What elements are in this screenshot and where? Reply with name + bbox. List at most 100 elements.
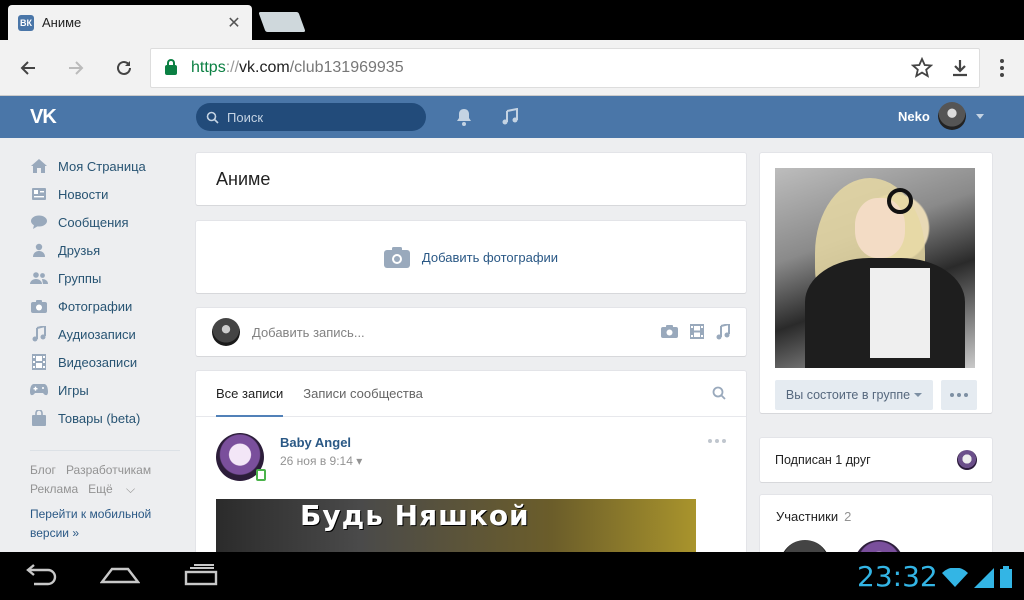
page-content: Моя Страница Новости Сообщения Друзья Гр… [0, 138, 1024, 552]
download-icon[interactable] [949, 57, 971, 79]
close-tab-icon[interactable]: ✕ [226, 13, 242, 32]
group-cover-card: Вы состоите в группе [760, 153, 992, 413]
mobile-icon [256, 469, 266, 481]
music-note-icon[interactable] [499, 106, 521, 128]
sidebar-item-audio[interactable]: Аудиозаписи [30, 320, 180, 348]
wall: Все записи Записи сообщества Baby Angel … [196, 371, 746, 552]
footer-link-ads[interactable]: Реклама [30, 482, 78, 496]
sidebar-item-photos[interactable]: Фотографии [30, 292, 180, 320]
clock: 23:32 [857, 560, 938, 593]
attach-photo-icon[interactable] [661, 324, 678, 338]
avatar[interactable] [216, 433, 266, 481]
lock-icon [165, 59, 177, 75]
side-navigation: Моя Страница Новости Сообщения Друзья Гр… [30, 152, 180, 543]
members-block: Участники 2 [760, 495, 992, 552]
messages-icon [30, 213, 48, 231]
browser-menu-icon[interactable] [990, 56, 1014, 80]
tab-all-posts[interactable]: Все записи [216, 371, 284, 417]
notifications-bell-icon[interactable] [453, 106, 475, 128]
bag-icon [30, 409, 48, 427]
film-icon [30, 353, 48, 371]
search-input[interactable] [227, 109, 417, 125]
group-cover-image[interactable] [775, 168, 975, 368]
sidebar-item-market[interactable]: Товары (beta) [30, 404, 180, 432]
camera-icon [383, 247, 410, 268]
reload-icon [117, 60, 131, 75]
mobile-version-link[interactable]: Перейти к мобильной версии » [30, 505, 180, 543]
avatar [212, 318, 240, 346]
search-icon [206, 111, 219, 124]
post-more-icon[interactable] [708, 439, 726, 443]
attach-audio-icon[interactable] [716, 324, 730, 340]
signal-icon [974, 568, 994, 588]
add-photos-label: Добавить фотографии [421, 249, 559, 265]
wall-tabs: Все записи Записи сообщества [196, 371, 746, 417]
tab-community-posts[interactable]: Записи сообщества [303, 371, 423, 416]
user-menu[interactable]: Neko [898, 102, 984, 130]
android-icon: ▾ [356, 454, 363, 468]
browser-tab[interactable]: ВК Аниме ✕ [8, 5, 252, 40]
post-date[interactable]: 26 ноя в 9:14 ▾ [280, 454, 362, 468]
home-icon [30, 157, 48, 175]
attach-video-icon[interactable] [690, 324, 704, 339]
news-icon [30, 185, 48, 203]
membership-button[interactable]: Вы состоите в группе [775, 380, 933, 410]
system-navigation-bar: 23:32 [0, 552, 1024, 600]
browser-tabstrip: ВК Аниме ✕ [0, 0, 1024, 40]
chevron-down-icon [914, 393, 923, 397]
post-image[interactable]: Будь Няшкой [216, 499, 696, 552]
post-image-text: Будь Няшкой [300, 499, 530, 532]
url-text: https://vk.com/club131969935 [191, 59, 404, 76]
recent-apps-icon[interactable] [184, 564, 218, 590]
sidebar-item-news[interactable]: Новости [30, 180, 180, 208]
back-icon[interactable] [24, 564, 58, 590]
browser-toolbar: https://vk.com/club131969935 [0, 40, 1024, 96]
sidebar-item-groups[interactable]: Группы [30, 264, 180, 292]
add-photos-button[interactable]: Добавить фотографии [196, 221, 746, 293]
avatar [937, 102, 966, 130]
chevron-down-icon [975, 113, 984, 119]
friends-subscribed[interactable]: Подписан 1 друг [760, 438, 992, 482]
footer-link-more[interactable]: Ещё ⌵ [88, 482, 145, 496]
camera-icon [30, 297, 48, 315]
sidebar-item-my-page[interactable]: Моя Страница [30, 152, 180, 180]
bookmark-star-icon[interactable] [911, 57, 933, 79]
tab-title: Аниме [42, 15, 82, 30]
vk-header: VK Neko [0, 96, 1024, 138]
battery-icon [1000, 566, 1012, 588]
search-box[interactable] [196, 103, 426, 131]
sidebar-item-messages[interactable]: Сообщения [30, 208, 180, 236]
status-icons [942, 566, 1012, 588]
search-icon[interactable] [712, 386, 726, 400]
avatar [957, 450, 977, 470]
footer-link-blog[interactable]: Блог [30, 463, 56, 477]
sidebar-item-friends[interactable]: Друзья [30, 236, 180, 264]
avatar[interactable] [780, 540, 830, 552]
new-post-box[interactable]: Добавить запись... [196, 308, 746, 356]
home-button-icon[interactable] [99, 564, 141, 590]
chevron-down-icon: ⌵ [126, 482, 136, 496]
vk-logo[interactable]: VK [30, 106, 57, 129]
address-bar[interactable]: https://vk.com/club131969935 [150, 48, 980, 88]
forward-button[interactable] [62, 54, 90, 82]
arrow-left-icon [20, 61, 35, 75]
sidebar-footer: Блог Разработчикам Реклама Ещё ⌵ [30, 450, 180, 499]
reload-button[interactable] [110, 54, 138, 82]
more-actions-icon[interactable] [941, 380, 977, 410]
footer-link-developers[interactable]: Разработчикам [66, 463, 151, 477]
groups-icon [30, 269, 48, 287]
page-title: Аниме [196, 153, 746, 205]
members-header[interactable]: Участники 2 [776, 509, 976, 524]
wifi-icon [942, 568, 968, 587]
vk-favicon-icon: ВК [18, 14, 34, 31]
avatar[interactable] [854, 540, 904, 552]
post-header: Baby Angel 26 ноя в 9:14 ▾ [196, 417, 746, 481]
post-input[interactable]: Добавить запись... [252, 325, 661, 340]
post-author[interactable]: Baby Angel [280, 435, 362, 450]
gamepad-icon [30, 381, 48, 399]
music-icon [30, 325, 48, 343]
new-tab-button[interactable] [258, 12, 306, 32]
sidebar-item-games[interactable]: Игры [30, 376, 180, 404]
back-button[interactable] [14, 54, 42, 82]
sidebar-item-video[interactable]: Видеозаписи [30, 348, 180, 376]
